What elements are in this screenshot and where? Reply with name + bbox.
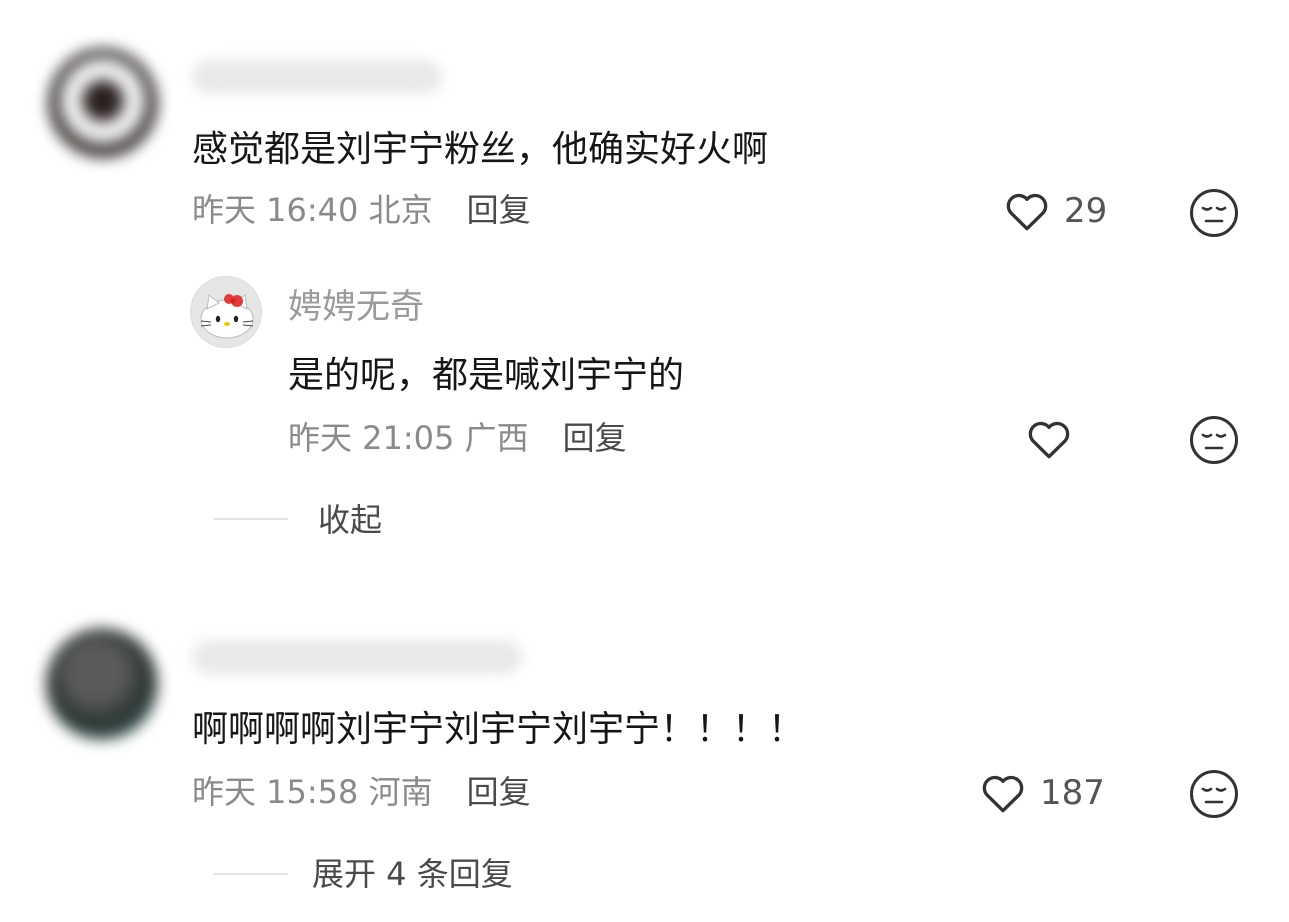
- reply-like-button[interactable]: [1024, 414, 1074, 464]
- comment-timestamp-location: 昨天 15:58 河南: [192, 773, 433, 811]
- comment-meta-row: 昨天 16:40 北京 回复: [192, 190, 531, 230]
- reply-button[interactable]: 回复: [467, 772, 531, 812]
- like-count: 187: [1040, 773, 1105, 813]
- comment-meta-row: 昨天 15:58 河南 回复: [192, 772, 531, 812]
- reply-timestamp-location: 昨天 21:05 广西: [288, 419, 529, 457]
- commenter-name-redacted[interactable]: [192, 640, 522, 674]
- reply-meta-row: 昨天 21:05 广西 回复: [288, 418, 627, 458]
- commenter-avatar[interactable]: [48, 48, 158, 158]
- heart-outline-icon: [1006, 193, 1048, 231]
- comment-item: 啊啊啊啊刘宇宁刘宇宁刘宇宁！！！！ 昨天 15:58 河南 回复 187 展开 …: [0, 600, 1289, 922]
- reply-reply-button[interactable]: 回复: [563, 418, 627, 458]
- cat-avatar-icon: [200, 294, 254, 339]
- reply-item: 娉娉无奇 是的呢，都是喊刘宇宁的 昨天 21:05 广西 回复: [190, 270, 1250, 470]
- replier-name[interactable]: 娉娉无奇: [288, 286, 424, 328]
- unamused-face-icon[interactable]: [1188, 414, 1240, 466]
- expand-replies-button[interactable]: 展开 4 条回复: [312, 854, 513, 894]
- commenter-avatar[interactable]: [46, 628, 158, 740]
- comment-timestamp-location: 昨天 16:40 北京: [192, 191, 433, 229]
- replier-avatar[interactable]: [190, 276, 262, 348]
- reply-text: 是的呢，都是喊刘宇宁的: [288, 355, 685, 396]
- reply-button[interactable]: 回复: [467, 190, 531, 230]
- heart-outline-icon: [982, 775, 1024, 813]
- like-button[interactable]: 187: [978, 768, 1105, 818]
- comment-text: 啊啊啊啊刘宇宁刘宇宁刘宇宁！！！！: [192, 709, 805, 750]
- unamused-face-icon[interactable]: [1188, 768, 1240, 820]
- unamused-face-icon[interactable]: [1188, 187, 1240, 239]
- heart-outline-icon: [1028, 421, 1070, 459]
- comment-item: 感觉都是刘宇宁粉丝，他确实好火啊 昨天 16:40 北京 回复 29 娉娉无奇 …: [0, 0, 1289, 560]
- comment-text: 感觉都是刘宇宁粉丝，他确实好火啊: [192, 129, 769, 170]
- collapse-replies-button[interactable]: 收起: [318, 500, 382, 540]
- like-button[interactable]: 29: [1002, 186, 1107, 236]
- thread-divider: [214, 518, 288, 520]
- like-count: 29: [1064, 191, 1108, 231]
- thread-divider: [214, 873, 288, 875]
- commenter-name-redacted[interactable]: [192, 60, 442, 94]
